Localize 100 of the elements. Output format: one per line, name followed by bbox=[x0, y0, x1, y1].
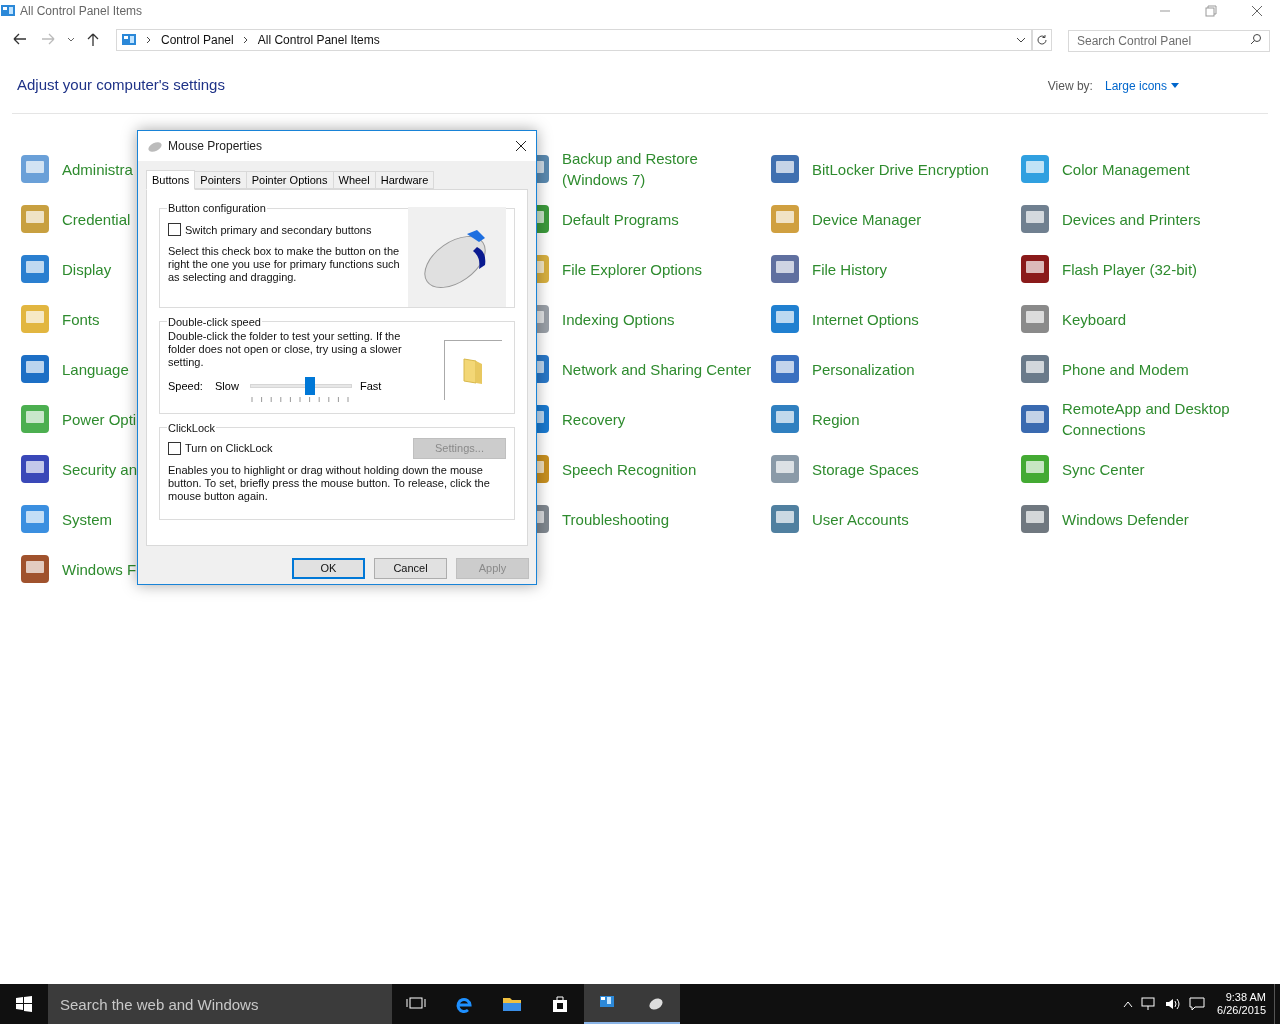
control-panel-item-icon bbox=[18, 252, 52, 286]
slow-label: Slow bbox=[215, 378, 240, 394]
checkbox-label[interactable]: Turn on ClickLock bbox=[185, 440, 273, 457]
control-panel-link[interactable]: Keyboard bbox=[1062, 308, 1252, 330]
control-panel-link[interactable]: Device Manager bbox=[812, 208, 1002, 230]
restore-icon bbox=[1204, 5, 1218, 17]
control-panel-icon bbox=[0, 3, 16, 19]
control-panel-link[interactable]: BitLocker Drive Encryption bbox=[812, 158, 1002, 180]
description-text: Double-click the folder to test your setting. If the folder does not open or close, try using a slower setting. bbox=[168, 330, 403, 369]
taskbar-app-button[interactable] bbox=[632, 984, 680, 1024]
control-panel-item-icon bbox=[1018, 402, 1052, 436]
view-by-dropdown[interactable]: Large icons bbox=[1104, 76, 1179, 95]
control-panel-item-icon bbox=[1018, 352, 1052, 386]
shopping-bag-icon bbox=[550, 994, 570, 1014]
control-panel-link[interactable]: Recovery bbox=[562, 408, 752, 430]
dialog-button[interactable]: OK bbox=[292, 558, 365, 579]
control-panel-link[interactable]: Default Programs bbox=[562, 208, 752, 230]
group-label: Button configuration bbox=[167, 201, 267, 216]
chevron-right-icon bbox=[145, 35, 153, 45]
breadcrumb-item[interactable]: All Control Panel Items bbox=[257, 31, 380, 49]
window-title: All Control Panel Items bbox=[20, 3, 143, 20]
control-panel-link[interactable]: Indexing Options bbox=[562, 308, 752, 330]
control-panel-link[interactable]: RemoteApp and Desktop Connections bbox=[1062, 398, 1252, 440]
control-panel-link[interactable]: Phone and Modem bbox=[1062, 358, 1252, 380]
control-panel-link[interactable]: Troubleshooting bbox=[562, 508, 752, 530]
dialog-tab[interactable]: Hardware bbox=[375, 171, 435, 189]
control-panel-link[interactable]: Network and Sharing Center bbox=[562, 358, 752, 380]
group-label: ClickLock bbox=[167, 420, 217, 436]
control-panel-item-icon bbox=[18, 202, 52, 236]
description-text: Enables you to highlight or drag without holding down the mouse button. To set, briefly press the mouse button. To release, click the mouse button again. bbox=[168, 464, 491, 503]
speaker-icon[interactable] bbox=[1165, 997, 1182, 1011]
control-panel-item-icon bbox=[18, 152, 52, 186]
search-field[interactable]: Search Control Panel bbox=[1068, 30, 1270, 52]
close-icon bbox=[515, 140, 527, 152]
dialog-tab[interactable]: Pointers bbox=[195, 171, 247, 189]
control-panel-item-icon bbox=[18, 352, 52, 386]
clock[interactable]: 9:38 AM 6/26/2015 bbox=[1217, 991, 1266, 1017]
refresh-icon bbox=[1036, 34, 1048, 46]
control-panel-item-icon bbox=[768, 302, 802, 336]
control-panel-link[interactable]: Sync Center bbox=[1062, 458, 1252, 480]
control-panel-item-icon bbox=[18, 452, 52, 486]
control-panel-item-icon bbox=[18, 302, 52, 336]
chevron-up-icon[interactable] bbox=[1123, 1000, 1134, 1008]
speed-slider[interactable] bbox=[250, 377, 352, 395]
control-panel-icon bbox=[121, 32, 137, 48]
control-panel-item-icon bbox=[18, 502, 52, 536]
slider-thumb[interactable] bbox=[305, 377, 316, 395]
windows-logo-icon bbox=[16, 996, 32, 1012]
control-panel-item-icon bbox=[768, 502, 802, 536]
control-panel-link[interactable]: Speech Recognition bbox=[562, 458, 752, 480]
control-panel-link[interactable]: Region bbox=[812, 408, 1002, 430]
control-panel-link[interactable]: Color Management bbox=[1062, 158, 1252, 180]
page-heading: Adjust your computer's settings bbox=[17, 75, 225, 96]
control-panel-link[interactable]: Backup and Restore (Windows 7) bbox=[562, 148, 752, 190]
control-panel-link[interactable]: Windows Defender bbox=[1062, 508, 1252, 530]
chevron-down-icon[interactable] bbox=[1015, 35, 1027, 45]
control-panel-link[interactable]: Personalization bbox=[812, 358, 1002, 380]
mouse-icon bbox=[146, 139, 164, 153]
control-panel-link[interactable]: File History bbox=[812, 258, 1002, 280]
group-label: Double-click speed bbox=[167, 314, 262, 330]
control-panel-link[interactable]: File Explorer Options bbox=[562, 258, 752, 280]
taskbar-app-button[interactable] bbox=[584, 984, 632, 1024]
control-panel-item-icon bbox=[1018, 452, 1052, 486]
dialog-tab[interactable]: Buttons bbox=[146, 170, 196, 190]
control-panel-item-icon bbox=[1018, 152, 1052, 186]
taskbar-search-field[interactable]: Search the web and Windows bbox=[48, 984, 392, 1024]
address-bar[interactable]: Control Panel All Control Panel Items bbox=[116, 29, 1032, 51]
chevron-right-icon bbox=[241, 35, 250, 45]
dialog-title: Mouse Properties bbox=[168, 138, 263, 155]
control-panel-item-icon bbox=[768, 252, 802, 286]
message-icon[interactable] bbox=[1189, 997, 1206, 1011]
control-panel-link[interactable]: User Accounts bbox=[812, 508, 1002, 530]
search-icon bbox=[1250, 33, 1262, 45]
dialog-button[interactable]: Cancel bbox=[374, 558, 447, 579]
control-panel-item-icon bbox=[1018, 502, 1052, 536]
control-panel-link[interactable]: Devices and Printers bbox=[1062, 208, 1252, 230]
clock-time: 9:38 AM bbox=[1225, 991, 1266, 1004]
close-icon bbox=[1250, 5, 1264, 17]
checkbox[interactable] bbox=[168, 223, 181, 237]
control-panel-item-icon bbox=[768, 152, 802, 186]
control-panel-link[interactable]: Flash Player (32-bit) bbox=[1062, 258, 1252, 280]
dialog-tab[interactable]: Wheel bbox=[333, 171, 376, 189]
fast-label: Fast bbox=[360, 378, 382, 394]
control-panel-item-icon bbox=[768, 402, 802, 436]
dialog-tab[interactable]: Pointer Options bbox=[246, 171, 334, 189]
refresh-button[interactable] bbox=[1032, 29, 1052, 51]
control-panel-item-icon bbox=[1018, 302, 1052, 336]
recent-locations-button[interactable] bbox=[66, 37, 76, 43]
control-panel-item-icon bbox=[768, 352, 802, 386]
breadcrumb-item[interactable]: Control Panel bbox=[161, 31, 234, 49]
clock-date: 6/26/2015 bbox=[1217, 1004, 1266, 1017]
control-panel-item-icon bbox=[768, 202, 802, 236]
control-panel-item-icon bbox=[1018, 252, 1052, 286]
checkbox-label[interactable]: Switch primary and secondary buttons bbox=[185, 221, 372, 238]
control-panel-link[interactable]: Storage Spaces bbox=[812, 458, 1002, 480]
network-icon[interactable] bbox=[1141, 997, 1158, 1011]
control-panel-item-icon bbox=[18, 402, 52, 436]
control-panel-item-icon bbox=[1018, 202, 1052, 236]
checkbox[interactable] bbox=[168, 442, 181, 455]
control-panel-link[interactable]: Internet Options bbox=[812, 308, 1002, 330]
